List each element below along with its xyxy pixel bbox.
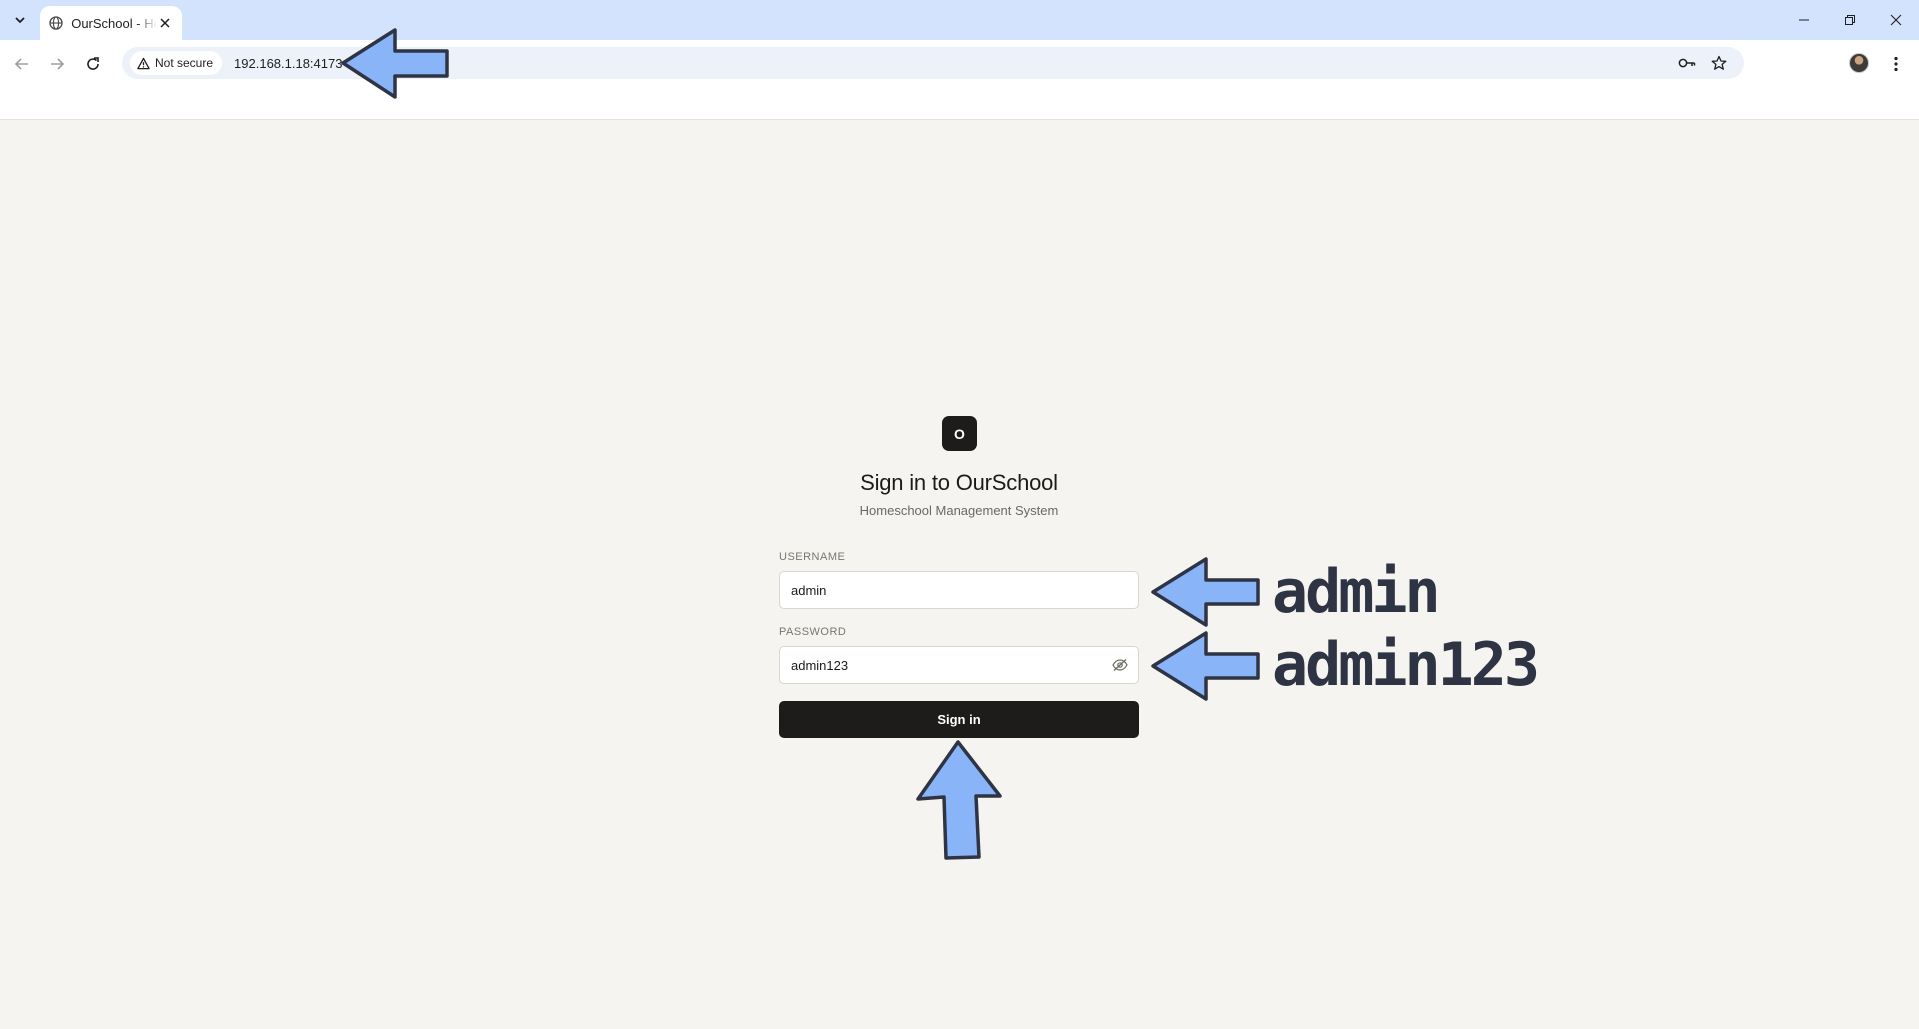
eye-off-icon[interactable] [1111,656,1129,674]
window-controls [1781,0,1919,40]
sign-in-button[interactable]: Sign in [779,701,1139,738]
warning-icon [137,57,150,69]
page-content: O Sign in to OurSchool Homeschool Manage… [0,121,1919,1024]
password-key-icon[interactable] [1676,52,1698,74]
close-icon [1890,14,1902,26]
url-text[interactable]: 192.168.1.18:4173 [234,56,342,71]
reload-icon [87,57,99,70]
browser-tab[interactable]: OurSchool - Homeschool Management System [40,6,182,40]
tab-title: OurSchool - Homeschool Management System [71,15,157,31]
minimize-icon [1799,19,1809,21]
password-label: PASSWORD [779,626,847,638]
browser-toolbar: Not secure 192.168.1.18:4173 [0,40,1919,120]
address-bar[interactable]: Not secure 192.168.1.18:4173 [122,47,1744,79]
tab-search-button[interactable] [8,8,32,32]
minimize-button[interactable] [1781,0,1827,40]
page-title: Sign in to OurSchool [860,470,1058,495]
security-label: Not secure [155,56,214,70]
page-subtitle: Homeschool Management System [859,503,1059,518]
restore-icon [1845,15,1855,25]
chevron-down-icon [15,17,25,24]
arrow-left-icon [14,58,28,70]
window-close-button[interactable] [1873,0,1919,40]
restore-button[interactable] [1827,0,1873,40]
username-label: USERNAME [779,551,846,563]
browser-titlebar: OurSchool - Homeschool Management System [0,0,1919,40]
app-logo: O [942,416,977,451]
close-icon[interactable] [157,14,174,32]
forward-button[interactable] [45,52,69,76]
profile-avatar[interactable] [1849,53,1869,73]
security-chip[interactable]: Not secure [130,51,223,75]
password-input[interactable] [779,646,1139,684]
star-icon[interactable] [1708,52,1730,74]
browser-menu-button[interactable] [1884,52,1908,76]
globe-icon [48,15,63,31]
more-vertical-icon [1894,56,1898,72]
back-button[interactable] [10,52,34,76]
username-input[interactable] [779,571,1139,609]
arrow-right-icon [51,58,65,70]
reload-button[interactable] [81,52,105,76]
omnibox-actions [1676,52,1736,74]
